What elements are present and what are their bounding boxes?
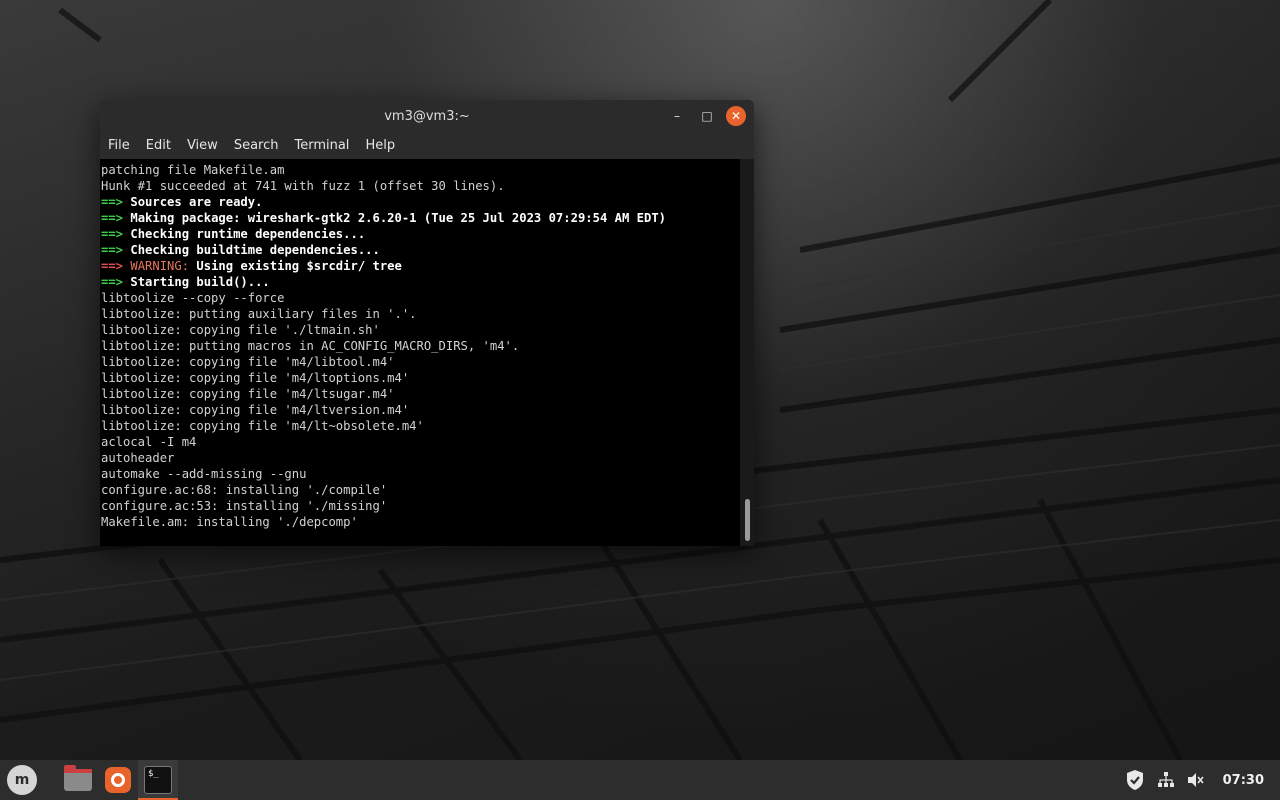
shield-icon[interactable]	[1125, 769, 1145, 791]
system-tray: 07:30	[1125, 760, 1280, 800]
scrollbar[interactable]	[740, 159, 754, 546]
menu-help[interactable]: Help	[357, 138, 403, 153]
terminal-window[interactable]: vm3@vm3:~ – □ ✕ File Edit View Search Te…	[100, 100, 754, 546]
window-titlebar[interactable]: vm3@vm3:~ – □ ✕	[100, 100, 754, 132]
terminal-icon: $_	[144, 766, 172, 794]
mint-logo-icon: m	[7, 765, 37, 795]
terminal-line: libtoolize: copying file 'm4/ltoptions.m…	[101, 371, 410, 385]
terminal-line: ==> Sources are ready.	[101, 195, 263, 209]
start-menu-button[interactable]: m	[0, 760, 44, 800]
terminal-line: libtoolize: copying file 'm4/lt~obsolete…	[101, 419, 424, 433]
terminal-line: ==> Checking runtime dependencies...	[101, 227, 366, 241]
firefox-launcher[interactable]	[98, 760, 138, 800]
terminal-line: configure.ac:53: installing './missing'	[101, 499, 388, 513]
window-controls: – □ ✕	[666, 105, 746, 127]
window-title: vm3@vm3:~	[384, 108, 470, 124]
terminal-line: Makefile.am: installing './depcomp'	[101, 515, 358, 529]
folder-icon	[64, 765, 92, 791]
terminal-line: libtoolize: putting macros in AC_CONFIG_…	[101, 339, 520, 353]
firefox-icon	[105, 767, 131, 793]
menu-bar: File Edit View Search Terminal Help	[100, 132, 754, 159]
terminal-line: libtoolize: copying file 'm4/ltsugar.m4'	[101, 387, 395, 401]
clock[interactable]: 07:30	[1223, 773, 1264, 788]
terminal-line: ==> Making package: wireshark-gtk2 2.6.2…	[101, 211, 666, 225]
terminal-task-button[interactable]: $_	[138, 760, 178, 800]
close-button[interactable]: ✕	[726, 106, 746, 126]
terminal-line: libtoolize --copy --force	[101, 291, 285, 305]
network-icon[interactable]	[1157, 771, 1175, 789]
terminal-line: ==> WARNING: Using existing $srcdir/ tre…	[101, 259, 402, 273]
menu-view[interactable]: View	[179, 138, 226, 153]
terminal-line: Hunk #1 succeeded at 741 with fuzz 1 (of…	[101, 179, 505, 193]
terminal-line: aclocal -I m4	[101, 435, 197, 449]
terminal-line: patching file Makefile.am	[101, 163, 285, 177]
files-launcher[interactable]	[58, 760, 98, 800]
terminal-line: ==> Starting build()...	[101, 275, 270, 289]
terminal-line: libtoolize: copying file 'm4/libtool.m4'	[101, 355, 395, 369]
terminal-line: libtoolize: putting auxiliary files in '…	[101, 307, 417, 321]
terminal-line: automake --add-missing --gnu	[101, 467, 307, 481]
terminal-line: autoheader	[101, 451, 175, 465]
menu-file[interactable]: File	[100, 138, 138, 153]
terminal-line: libtoolize: copying file './ltmain.sh'	[101, 323, 380, 337]
terminal-line: ==> Checking buildtime dependencies...	[101, 243, 380, 257]
terminal-output[interactable]: patching file Makefile.am Hunk #1 succeed…	[100, 159, 740, 546]
terminal-line: libtoolize: copying file 'm4/ltversion.m…	[101, 403, 410, 417]
minimize-button[interactable]: –	[666, 105, 688, 127]
terminal-line: configure.ac:68: installing './compile'	[101, 483, 388, 497]
menu-terminal[interactable]: Terminal	[286, 138, 357, 153]
taskbar: m $_ 07:30	[0, 760, 1280, 800]
menu-search[interactable]: Search	[226, 138, 287, 153]
scrollbar-thumb[interactable]	[745, 499, 750, 541]
menu-edit[interactable]: Edit	[138, 138, 179, 153]
maximize-button[interactable]: □	[696, 105, 718, 127]
volume-muted-icon[interactable]	[1187, 772, 1205, 788]
